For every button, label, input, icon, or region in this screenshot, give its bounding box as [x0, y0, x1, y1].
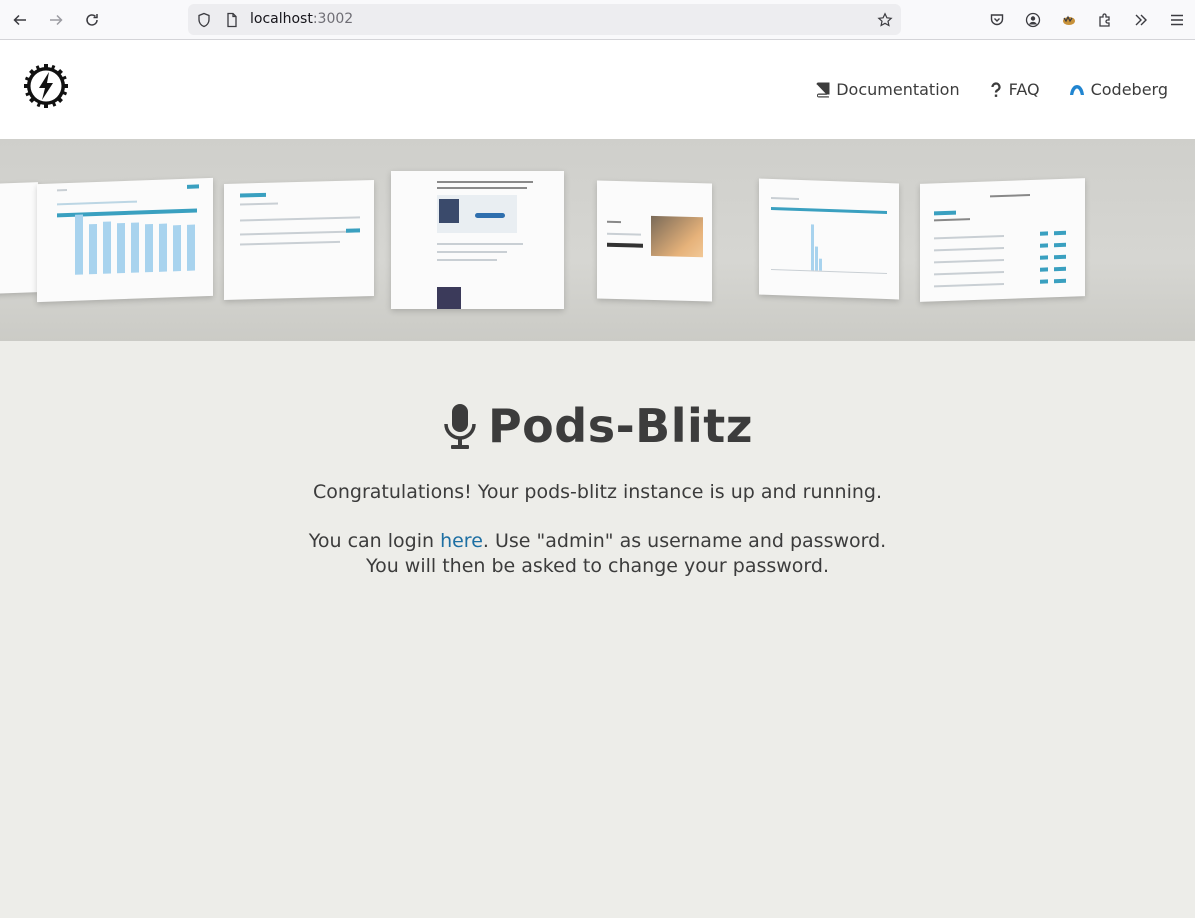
shield-icon[interactable] — [196, 12, 212, 28]
forward-icon[interactable] — [42, 6, 70, 34]
extension-badge-icon[interactable] — [1055, 6, 1083, 34]
carousel-slide-podcast-list[interactable] — [224, 180, 374, 300]
carousel-slide-stats-chart[interactable] — [37, 177, 213, 303]
pods-blitz-logo-icon[interactable] — [24, 64, 68, 108]
login-suffix: . Use "admin" as username and password. — [482, 530, 887, 552]
reload-icon[interactable] — [78, 6, 106, 34]
nav-faq-link[interactable]: FAQ — [989, 80, 1040, 99]
page-icon[interactable] — [224, 12, 240, 28]
nav-codeberg-link[interactable]: Codeberg — [1069, 80, 1168, 99]
nav-documentation-link[interactable]: Documentation — [816, 80, 960, 99]
account-icon[interactable] — [1019, 6, 1047, 34]
carousel-slide-edge[interactable] — [0, 182, 38, 294]
carousel-slide-episode-page[interactable] — [391, 171, 564, 309]
congrats-text: Congratulations! Your pods-blitz instanc… — [312, 481, 883, 503]
main-content: Pods-Blitz Congratulations! Your pods-bl… — [0, 341, 1195, 579]
login-here-link[interactable]: here — [440, 530, 483, 552]
pocket-icon[interactable] — [983, 6, 1011, 34]
menu-icon[interactable] — [1163, 6, 1191, 34]
title-row: Pods-Blitz — [0, 399, 1195, 453]
question-icon — [990, 81, 1001, 97]
url-text[interactable]: localhost:3002 — [250, 11, 353, 27]
screenshot-carousel[interactable] — [0, 139, 1195, 341]
url-host: localhost — [250, 11, 313, 27]
top-nav: Documentation FAQ Codeberg — [816, 80, 1168, 99]
back-icon[interactable] — [6, 6, 34, 34]
url-port: :3002 — [312, 11, 354, 27]
nav-faq-label: FAQ — [1008, 80, 1040, 99]
nav-documentation-label: Documentation — [836, 80, 960, 99]
carousel-slide-sign-in[interactable] — [597, 180, 712, 302]
nav-codeberg-label: Codeberg — [1090, 80, 1168, 99]
site-header: Documentation FAQ Codeberg — [0, 40, 1195, 139]
browser-toolbar: localhost:3002 — [0, 0, 1195, 40]
page-title: Pods-Blitz — [487, 399, 754, 453]
codeberg-icon — [1069, 84, 1084, 95]
overflow-chevrons-icon[interactable] — [1127, 6, 1155, 34]
extensions-icon[interactable] — [1091, 6, 1119, 34]
bookmark-star-icon[interactable] — [877, 12, 893, 28]
login-instructions: You can login here. Use "admin" as usern… — [0, 529, 1195, 579]
url-bar[interactable]: localhost:3002 — [188, 4, 901, 35]
book-icon — [816, 82, 830, 97]
microphone-icon — [444, 404, 476, 449]
login-prefix: You can login — [308, 530, 441, 552]
change-password-text: You will then be asked to change your pa… — [366, 555, 829, 577]
carousel-slide-episodes-list[interactable] — [920, 178, 1085, 302]
carousel-slide-downloads-chart[interactable] — [759, 178, 899, 300]
